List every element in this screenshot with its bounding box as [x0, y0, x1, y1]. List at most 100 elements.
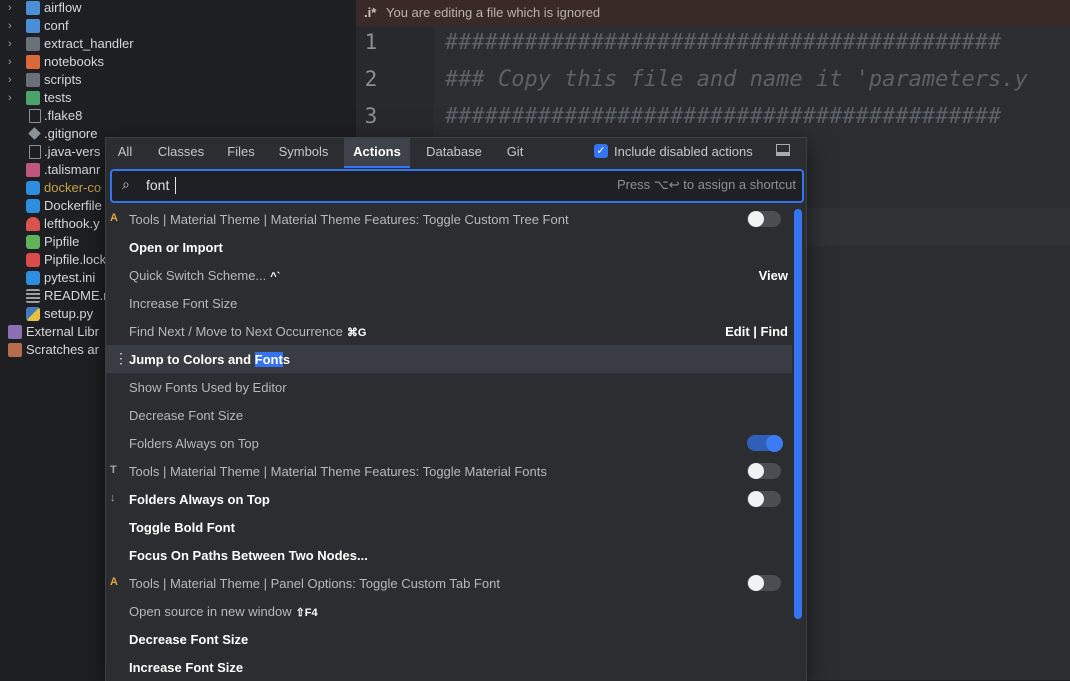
tree-item-label: .gitignore [44, 126, 98, 141]
tree-item-label: tests [44, 90, 72, 105]
result-label: Open or Import [129, 240, 223, 255]
line-number: 3 [364, 104, 378, 128]
result-label: Increase Font Size [129, 296, 238, 311]
results-list: A Tools | Material Theme | Material Theme… [106, 205, 792, 681]
tab-database[interactable]: Database [420, 138, 488, 166]
pytest-icon [26, 271, 40, 285]
tree-item-label: docker-co [44, 180, 102, 195]
shortcut-label: ⌘G [346, 327, 367, 339]
result-item[interactable]: A Tools | Material Theme | Material Theme… [106, 205, 792, 233]
chevron-right-icon[interactable]: › [8, 17, 18, 35]
scrollbar[interactable] [794, 209, 802, 619]
checkmark-icon[interactable]: ✓ [594, 144, 608, 158]
result-item[interactable]: Focus On Paths Between Two Nodes... [106, 541, 792, 569]
shortcut-label: ^` [270, 271, 281, 283]
tree-item-label: conf [44, 18, 69, 33]
toggle-knob [748, 463, 764, 479]
popup-tabs: All Classes Files Symbols Actions Databa… [106, 138, 806, 168]
result-item[interactable]: Increase Font Size [106, 289, 792, 317]
tree-item-label: Scratches ar [26, 342, 99, 357]
chevron-right-icon[interactable]: › [8, 0, 18, 17]
tree-item[interactable]: › scripts [0, 71, 360, 89]
lock-icon [26, 253, 40, 267]
folder-tests-icon [26, 91, 40, 105]
result-item[interactable]: Decrease Font Size [106, 625, 792, 653]
tab-symbols[interactable]: Symbols [271, 138, 336, 166]
toggle-switch[interactable] [747, 575, 781, 591]
result-label: Tools | Material Theme | Material Theme … [129, 464, 547, 479]
line-number: 1 [364, 30, 378, 54]
result-item[interactable]: Quick Switch Scheme... ^` View [106, 261, 792, 289]
tree-item[interactable]: › notebooks [0, 53, 360, 71]
code-line[interactable]: ### Copy this file and name it 'paramete… [445, 67, 1028, 92]
result-label: Open source in new window ⇧F4 [129, 604, 318, 619]
tree-item[interactable]: › extract_handler [0, 35, 360, 53]
result-label: Increase Font Size [129, 660, 244, 675]
more-options-icon[interactable]: ⋮ [114, 351, 128, 365]
file-icon [29, 109, 41, 123]
tab-classes[interactable]: Classes [146, 138, 216, 166]
pipfile-icon [26, 235, 40, 249]
tree-item[interactable]: › conf [0, 17, 360, 35]
search-input[interactable]: font [146, 177, 169, 193]
result-group-label: View [758, 268, 788, 283]
chevron-right-icon[interactable]: › [8, 53, 18, 71]
result-item[interactable]: Open source in new window ⇧F4 [106, 597, 792, 625]
result-item[interactable]: ⋮ Jump to Colors and Fonts [106, 345, 792, 373]
result-item[interactable]: Increase Font Size [106, 653, 792, 681]
tab-actions[interactable]: Actions [344, 138, 410, 168]
result-item[interactable]: Toggle Bold Font [106, 513, 792, 541]
toggle-knob [748, 575, 764, 591]
result-label: Tools | Material Theme | Panel Options: … [129, 576, 500, 591]
tree-item-label: lefthook.y [44, 216, 100, 231]
python-icon [26, 307, 40, 321]
code-line[interactable]: ########################################… [445, 104, 1001, 129]
result-item[interactable]: Find Next / Move to Next Occurrence ⌘G Edi… [106, 317, 792, 345]
chevron-right-icon[interactable]: › [8, 89, 18, 107]
toggle-switch[interactable] [747, 211, 781, 227]
yaml-icon [26, 163, 40, 177]
result-label: Jump to Colors and Fonts [129, 352, 291, 367]
search-field[interactable]: ⌕ font Press ⌥↩ to assign a shortcut [110, 169, 804, 203]
lefthook-icon [26, 217, 40, 231]
result-label: Folders Always on Top [129, 436, 259, 451]
tree-item-label: extract_handler [44, 36, 134, 51]
tree-item-label: .flake8 [44, 108, 83, 123]
result-item[interactable]: Folders Always on Top [106, 429, 792, 457]
tab-files[interactable]: Files [221, 138, 261, 166]
tree-item-label: External Libr [26, 324, 99, 339]
preview-panel-icon[interactable] [776, 144, 790, 156]
chevron-right-icon[interactable]: › [8, 35, 18, 53]
shortcut-label: ⇧F4 [295, 607, 318, 619]
banner-file-type: .i* [364, 5, 377, 20]
code-line[interactable]: ########################################… [445, 30, 1001, 55]
docker-icon [26, 181, 40, 195]
result-item[interactable]: ↓ Folders Always on Top [106, 485, 792, 513]
search-icon: ⌕ [122, 176, 130, 192]
tab-git[interactable]: Git [500, 138, 530, 166]
result-label: Decrease Font Size [129, 408, 244, 423]
tree-item[interactable]: .flake8 [0, 107, 360, 125]
toggle-switch[interactable] [747, 434, 783, 452]
result-item[interactable]: Decrease Font Size [106, 401, 792, 429]
tree-item-label: Pipfile.lock [44, 252, 107, 267]
git-icon [28, 127, 41, 140]
toggle-switch[interactable] [747, 491, 781, 507]
result-item[interactable]: Open or Import [106, 233, 792, 261]
chevron-right-icon[interactable]: › [8, 71, 18, 89]
folder-airflow-icon [26, 1, 40, 15]
result-item[interactable]: A Tools | Material Theme | Panel Options:… [106, 569, 792, 597]
result-label: Tools | Material Theme | Material Theme … [129, 212, 569, 227]
result-label: Decrease Font Size [129, 632, 249, 647]
sort-icon: ↓ [110, 492, 116, 504]
toggle-switch[interactable] [747, 463, 781, 479]
result-item[interactable]: T Tools | Material Theme | Material Theme… [106, 457, 792, 485]
result-item[interactable]: Show Fonts Used by Editor [106, 373, 792, 401]
tree-item[interactable]: › airflow [0, 0, 360, 17]
result-label: Focus On Paths Between Two Nodes... [129, 548, 368, 563]
result-label: Toggle Bold Font [129, 520, 235, 535]
shortcut-hint: Press ⌥↩ to assign a shortcut [616, 177, 796, 192]
tree-item[interactable]: › tests [0, 89, 360, 107]
tab-all[interactable]: All [112, 138, 138, 166]
result-label: Show Fonts Used by Editor [129, 380, 287, 395]
